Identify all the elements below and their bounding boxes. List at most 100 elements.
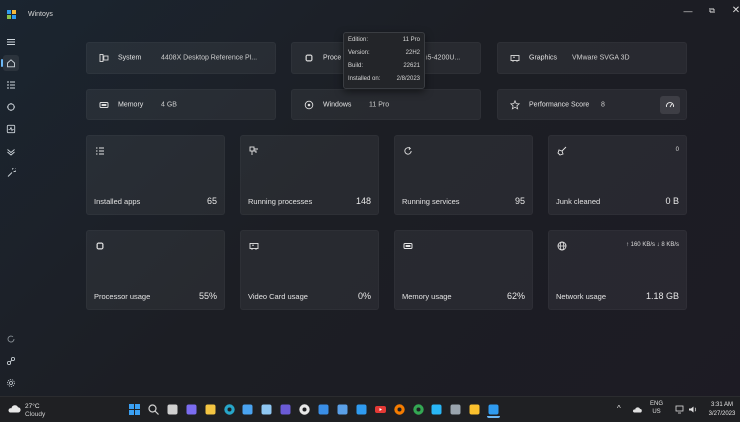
- notepad-icon[interactable]: [260, 403, 273, 416]
- windows-value: 11 Pro: [369, 101, 390, 108]
- performance-value: 8: [601, 101, 605, 108]
- tile-label: Junk cleaned: [556, 197, 601, 206]
- store-icon[interactable]: [241, 403, 254, 416]
- paint-icon[interactable]: [430, 403, 443, 416]
- tile-value: 65: [206, 196, 217, 206]
- running-services-tile[interactable]: Running services 95: [394, 135, 533, 215]
- wintoys-logo-icon: [7, 10, 16, 19]
- edge-icon[interactable]: [223, 403, 236, 416]
- performance-label: Performance Score: [529, 101, 590, 108]
- tweaks-icon: [7, 167, 17, 177]
- tile-value: 1.18 GB: [645, 291, 679, 301]
- app-icon-2[interactable]: [317, 403, 330, 416]
- cloud-icon: [8, 405, 21, 413]
- clock-date: 3/27/2023: [708, 411, 736, 417]
- clock[interactable]: 3:31 AM 3/27/2023: [704, 401, 740, 419]
- memory-card: Memory 4 GB: [86, 89, 276, 120]
- nav-boost[interactable]: [3, 143, 19, 159]
- processor-usage-tile[interactable]: Processor usage 55%: [86, 230, 225, 310]
- tile-value: 62%: [506, 291, 525, 301]
- notes-icon[interactable]: [336, 403, 349, 416]
- windows-icon: [304, 100, 314, 109]
- tile-value: 0%: [357, 291, 371, 301]
- tooltip-row: Installed on: 2/8/2023: [348, 76, 420, 82]
- ram-icon: [403, 243, 413, 249]
- chrome-icon[interactable]: [412, 403, 425, 416]
- nav-refresh[interactable]: [3, 331, 19, 347]
- video-card-usage-tile[interactable]: Video Card usage 0%: [240, 230, 379, 310]
- boost-icon: [7, 149, 15, 156]
- tooltip-row: Version: 22H2: [348, 50, 420, 56]
- services-icon: [404, 146, 412, 155]
- nav-health[interactable]: [3, 121, 19, 137]
- performance-card: Performance Score 8: [497, 89, 687, 120]
- chat-icon[interactable]: [185, 403, 198, 416]
- volume-icon[interactable]: [688, 405, 698, 414]
- tile-value: 95: [514, 196, 525, 206]
- close-button[interactable]: ✕: [728, 5, 740, 17]
- tile-value: 0 B: [665, 196, 679, 206]
- app-icon-3[interactable]: [468, 403, 481, 416]
- running-processes-tile[interactable]: Running processes 148: [240, 135, 379, 215]
- taskmgr-icon[interactable]: [355, 403, 368, 416]
- search-icon[interactable]: [147, 403, 160, 416]
- installed-apps-tile[interactable]: Installed apps 65: [86, 135, 225, 215]
- performance-test-button[interactable]: [660, 95, 680, 114]
- wintoys-icon[interactable]: [487, 403, 501, 418]
- network-usage-tile[interactable]: ↑ 160 KB/s ↓ 8 KB/s Network usage 1.18 G…: [548, 230, 687, 310]
- tile-label: Running processes: [248, 197, 313, 206]
- onedrive-icon[interactable]: [632, 406, 642, 413]
- task-view-icon[interactable]: [166, 403, 179, 416]
- start-icon[interactable]: [128, 403, 141, 416]
- share-icon: [6, 356, 16, 366]
- weather-widget[interactable]: 27°C Cloudy: [7, 401, 52, 419]
- home-icon: [7, 59, 15, 68]
- windows-card[interactable]: Windows 11 Pro: [291, 89, 481, 120]
- memory-label: Memory: [118, 101, 144, 108]
- nav-settings[interactable]: [3, 375, 19, 391]
- memory-usage-tile[interactable]: Memory usage 62%: [394, 230, 533, 310]
- nav-services[interactable]: [3, 99, 19, 115]
- tile-value: 55%: [198, 291, 217, 301]
- settings-icon: [7, 379, 15, 387]
- system-icon: [99, 54, 109, 62]
- media-player-icon[interactable]: [298, 403, 311, 416]
- nav-share[interactable]: [3, 353, 19, 369]
- show-hidden-icons-chevron-icon[interactable]: ^: [617, 404, 621, 413]
- processes-icon: [249, 146, 258, 155]
- processor-icon: [305, 54, 313, 62]
- processor-value: i5-4200U...: [426, 54, 461, 62]
- memory-value: 4 GB: [161, 101, 177, 108]
- system-card: System 4408X Desktop Reference Pl...: [86, 42, 276, 74]
- windows-info-tooltip: Edition: 11 Pro Version: 22H2 Build: 22621 …: [343, 32, 425, 89]
- system-value: 4408X Desktop Reference Pl...: [161, 54, 258, 62]
- youtube-icon[interactable]: [374, 403, 387, 416]
- region-code: US: [652, 409, 661, 415]
- tile-corner-text: 0: [675, 147, 679, 153]
- tile-label: Network usage: [556, 292, 607, 301]
- junk-cleaned-tile[interactable]: 0 Junk cleaned 0 B: [548, 135, 687, 215]
- tile-label: Video Card usage: [248, 292, 308, 301]
- firefox-icon[interactable]: [393, 403, 406, 416]
- file-explorer-icon[interactable]: [204, 403, 217, 416]
- nav-apps[interactable]: [3, 77, 19, 93]
- restore-button[interactable]: ⧉: [704, 5, 720, 17]
- list-icon: [96, 147, 104, 155]
- nav-tweaks[interactable]: [3, 165, 19, 181]
- menu-button[interactable]: [3, 34, 19, 50]
- network-icon[interactable]: [675, 405, 685, 414]
- language-indicator[interactable]: ENG US: [650, 400, 663, 416]
- broom-icon: [557, 146, 567, 156]
- health-icon: [6, 124, 16, 134]
- tile-value: 148: [355, 196, 371, 206]
- settings-app-icon[interactable]: [449, 403, 462, 416]
- gpu-icon: [249, 243, 259, 250]
- speedometer-icon: [665, 101, 675, 107]
- system-label: System: [118, 54, 142, 62]
- tile-label: Installed apps: [94, 197, 141, 206]
- minimize-button[interactable]: —: [680, 5, 696, 17]
- taskbar: 27°C Cloudy ^ ENG US 3:31 AM 3/27/2023: [0, 396, 740, 422]
- app-icon-1[interactable]: [279, 403, 292, 416]
- nav-home[interactable]: [1, 55, 19, 71]
- weather-temp: 27°C: [25, 403, 40, 410]
